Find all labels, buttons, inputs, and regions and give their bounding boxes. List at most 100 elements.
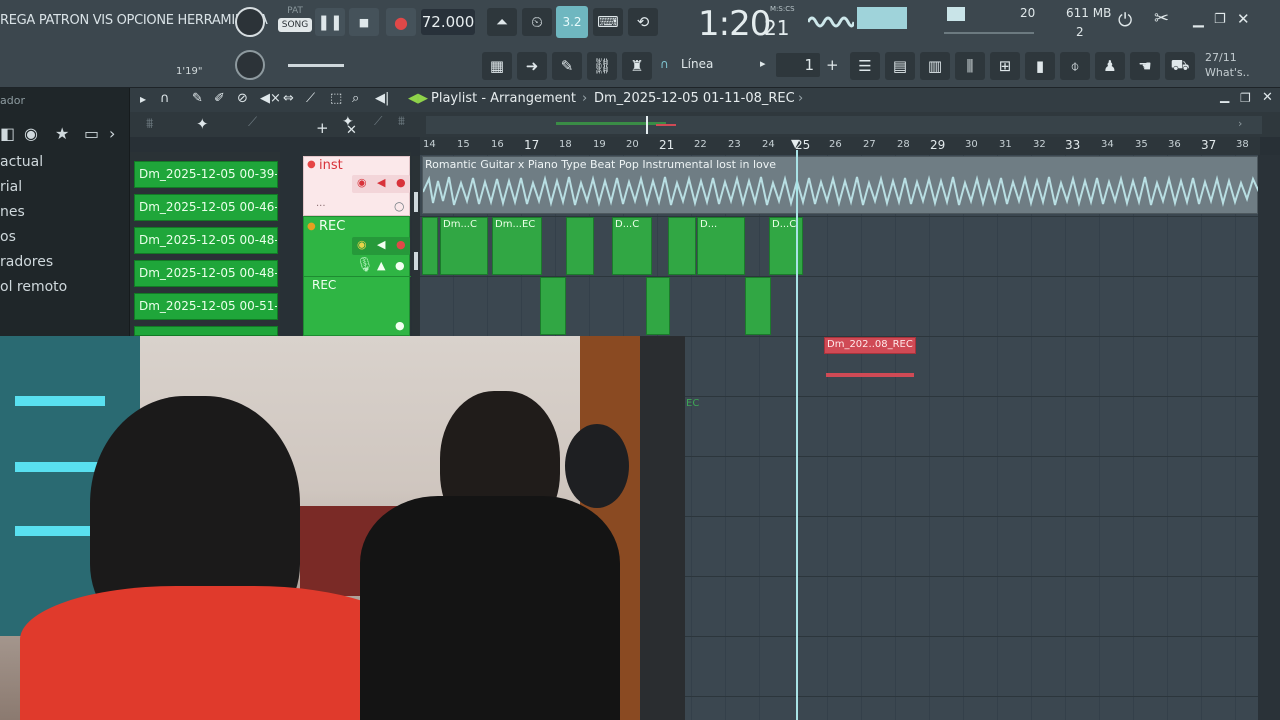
rec-clip[interactable] bbox=[422, 217, 438, 275]
folder-icon[interactable]: ▭ bbox=[84, 124, 99, 143]
record-arm-icon[interactable]: ● bbox=[396, 238, 406, 251]
delete-tool-icon[interactable]: ⊘ bbox=[237, 91, 248, 106]
add-pattern-icon[interactable]: + bbox=[826, 56, 839, 74]
chevron-right-icon[interactable]: › bbox=[109, 124, 115, 143]
envelope-view-icon[interactable]: ⟋ bbox=[374, 114, 382, 129]
draw-button[interactable]: ✎ bbox=[552, 52, 582, 80]
globe-icon[interactable]: ◉ bbox=[24, 124, 38, 143]
arrow-up-icon[interactable]: ▲ bbox=[377, 259, 385, 272]
arrow-button[interactable]: ➜ bbox=[517, 52, 547, 80]
paint-tool-icon[interactable]: ✐ bbox=[214, 91, 225, 106]
play-button[interactable]: ❚❚ bbox=[315, 8, 345, 36]
playlist-close-icon[interactable]: ✕ bbox=[1262, 90, 1273, 105]
track-select-icon[interactable]: ○ bbox=[394, 199, 404, 213]
track-select-icon[interactable]: ● bbox=[395, 319, 405, 332]
browser-item[interactable]: ol remoto bbox=[0, 279, 67, 295]
plugin-button[interactable]: ⌽ bbox=[1060, 52, 1090, 80]
speaker-icon[interactable]: ◉ bbox=[357, 176, 367, 189]
typing-keyboard-button[interactable]: ⌨ bbox=[593, 8, 623, 36]
browser-item[interactable]: radores bbox=[0, 254, 53, 270]
pattern-item[interactable] bbox=[134, 326, 278, 336]
pattern-item[interactable]: Dm_2025-12-05 00-51-... bbox=[134, 293, 278, 320]
minimize-icon[interactable]: ▁ bbox=[1193, 12, 1204, 28]
rec-clip[interactable] bbox=[745, 277, 771, 335]
store-button[interactable]: ⛟ bbox=[1165, 52, 1195, 80]
track-name[interactable]: REC bbox=[319, 219, 345, 234]
draw-tool-icon[interactable]: ✎ bbox=[192, 91, 203, 106]
restore-icon[interactable]: ❐ bbox=[1214, 12, 1226, 27]
record-button[interactable]: ● bbox=[386, 8, 416, 36]
rec-clip[interactable] bbox=[646, 277, 670, 335]
rec-clip[interactable]: Dm...C bbox=[440, 217, 488, 275]
playback-tool-icon[interactable]: ◀| bbox=[375, 91, 389, 106]
pattern-item[interactable]: Dm_2025-12-05 00-48-... bbox=[134, 260, 278, 287]
vertical-scrollbar[interactable] bbox=[1258, 155, 1280, 720]
tempo-display[interactable]: 72.000 bbox=[421, 9, 475, 35]
metronome-button[interactable]: ⏶ bbox=[487, 8, 517, 36]
select-tool-icon[interactable]: ⬚ bbox=[330, 91, 342, 106]
mute-icon[interactable]: ◀ bbox=[377, 176, 385, 189]
snap-selector[interactable]: Línea bbox=[681, 57, 713, 71]
rec-clip[interactable] bbox=[540, 277, 566, 335]
touch-controller-button[interactable]: ☚ bbox=[1130, 52, 1160, 80]
pattern-item[interactable]: Dm_2025-12-05 00-46-... bbox=[134, 194, 278, 221]
project-info-button[interactable]: ▮ bbox=[1025, 52, 1055, 80]
rec-clip[interactable]: D...C bbox=[612, 217, 652, 275]
track-header-inst[interactable]: ● inst ◉ ◀ ● ··· ○ bbox=[303, 156, 410, 216]
song-position-marker-icon[interactable]: ▼ bbox=[791, 137, 799, 150]
star-icon[interactable]: ★ bbox=[55, 124, 69, 143]
pattern-prev-icon[interactable]: ▸ bbox=[760, 57, 766, 70]
pattern-item[interactable]: Dm_2025-12-05 00-39-... bbox=[134, 161, 278, 188]
track-header-rec[interactable]: ● REC ◉ ◀ ● 🎙︎ ▲ ● REC ● bbox=[303, 216, 411, 336]
scroll-right-icon[interactable]: › bbox=[1238, 117, 1242, 130]
speaker-icon[interactable]: ◉ bbox=[357, 238, 367, 251]
piano-roll-view-button[interactable]: ▤ bbox=[885, 52, 915, 80]
sort-icon[interactable]: ◧ bbox=[0, 124, 15, 143]
tempo-tapper-button[interactable]: ♟ bbox=[1095, 52, 1125, 80]
arrangement-chevron-icon[interactable]: › bbox=[798, 91, 803, 106]
browser-button[interactable]: ⊞ bbox=[990, 52, 1020, 80]
browser-item[interactable]: nes bbox=[0, 204, 25, 220]
channel-rack-button[interactable]: ▥ bbox=[920, 52, 950, 80]
browser-item[interactable]: os bbox=[0, 229, 16, 245]
track-name[interactable]: REC bbox=[312, 278, 336, 292]
playlist-maximize-icon[interactable]: ❐ bbox=[1240, 91, 1251, 105]
reset-icon[interactable]: ⏻ bbox=[1118, 10, 1132, 31]
arrangement-name[interactable]: Dm_2025-12-05 01-11-08_REC bbox=[594, 91, 795, 106]
rec-clip[interactable]: D... bbox=[697, 217, 745, 275]
stop-button[interactable]: ■ bbox=[349, 8, 379, 36]
scissors-icon[interactable]: ✂ bbox=[1154, 8, 1169, 29]
news-text[interactable]: What's.. bbox=[1205, 66, 1250, 79]
playlist-minimize-icon[interactable]: ▁ bbox=[1220, 89, 1229, 103]
slice-tool-icon[interactable]: ⟋ bbox=[306, 91, 315, 106]
record-arm-icon[interactable]: ● bbox=[396, 176, 406, 189]
muted-clip[interactable]: Dm_202..08_REC bbox=[824, 337, 916, 354]
snap-magnet-icon[interactable]: ∩ bbox=[160, 91, 170, 106]
piano-view-icon[interactable]: ⩩ bbox=[398, 114, 405, 129]
rec-clip[interactable]: Dm...EC bbox=[492, 217, 542, 275]
automation-icon[interactable]: ⟋ bbox=[248, 115, 257, 130]
mute-tool-icon[interactable]: ◀× bbox=[260, 91, 281, 106]
audio-clip-icon[interactable]: ✦ bbox=[196, 115, 209, 133]
piano-roll-button[interactable]: ▦ bbox=[482, 52, 512, 80]
step-edit-button[interactable]: 3.2 bbox=[556, 6, 588, 38]
mixer-button[interactable]: ⫼ bbox=[955, 52, 985, 80]
playhead[interactable] bbox=[796, 150, 798, 720]
master-pitch-knob[interactable] bbox=[235, 50, 265, 80]
add-track-icon[interactable]: + bbox=[316, 119, 329, 137]
audio-clip-instrumental[interactable]: Romantic Guitar x Piano Type Beat Pop In… bbox=[422, 156, 1259, 214]
slip-tool-icon[interactable]: ⇔ bbox=[283, 91, 294, 106]
pattern-selector[interactable]: 1 bbox=[776, 53, 820, 77]
track-name[interactable]: inst bbox=[319, 158, 343, 173]
mute-icon[interactable]: ◀ bbox=[377, 238, 385, 251]
pattern-item[interactable]: Dm_2025-12-05 00-48-... bbox=[134, 227, 278, 254]
master-volume-slider[interactable] bbox=[288, 64, 344, 67]
playlist-button[interactable]: ☰ bbox=[850, 52, 880, 80]
browser-item[interactable]: rial bbox=[0, 179, 22, 195]
pattern-picker-icon[interactable]: ⩩ bbox=[146, 116, 153, 132]
loop-record-button[interactable]: ⟲ bbox=[628, 8, 658, 36]
master-volume-knob[interactable] bbox=[235, 7, 265, 37]
rec-clip[interactable] bbox=[566, 217, 594, 275]
overview-scrollbar[interactable] bbox=[426, 116, 1262, 134]
main-menu[interactable]: REGA PATRON VIS OPCIONE HERRAMIENTA bbox=[0, 13, 268, 28]
